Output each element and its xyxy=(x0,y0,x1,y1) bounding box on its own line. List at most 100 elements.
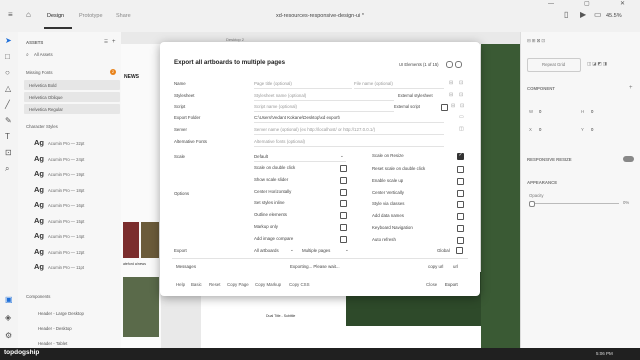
external-script-checkbox[interactable] xyxy=(441,104,448,111)
option-checkbox[interactable] xyxy=(340,224,347,231)
page-title-input[interactable]: Page title (optional) xyxy=(254,81,292,86)
url-link[interactable]: url xyxy=(453,264,458,269)
server-input[interactable]: Server name (optional) (ex http://localh… xyxy=(254,127,375,132)
boolean-ops-icons[interactable]: ◫ ◪ ◩ ◨ xyxy=(587,61,607,67)
rectangle-tool-icon[interactable]: □ xyxy=(5,53,10,61)
copy-markup-button[interactable]: Copy Markup xyxy=(255,282,281,287)
opacity-slider[interactable] xyxy=(531,203,619,204)
option-checkbox[interactable] xyxy=(340,165,347,172)
repeat-grid-button[interactable]: Repeat Grid xyxy=(527,58,581,72)
close-button[interactable]: Close xyxy=(426,282,437,287)
next-icon[interactable] xyxy=(455,61,462,68)
edit-icon[interactable]: ⊟ xyxy=(449,92,453,98)
missing-font-item[interactable]: Helvetica Bold xyxy=(24,80,120,90)
character-style-item[interactable]: Ag Acumin Pro — 11pt xyxy=(24,260,120,273)
chevron-down-icon[interactable]: ⌄ xyxy=(345,247,349,253)
missing-font-item[interactable]: Helvetica Oblique xyxy=(24,92,120,102)
copy-url-link[interactable]: copy url xyxy=(428,264,443,269)
add-component-icon[interactable]: + xyxy=(629,85,633,91)
character-style-item[interactable]: Ag Acumin Pro — 14pt xyxy=(24,229,120,242)
width-input[interactable]: 0 xyxy=(539,109,541,114)
copy-page-button[interactable]: Copy Page xyxy=(227,282,249,287)
select-tool-icon[interactable]: ➤ xyxy=(5,37,12,45)
component-item[interactable]: Header - Large Desktop xyxy=(38,311,84,316)
option-checkbox[interactable] xyxy=(457,190,464,197)
zoom-tool-icon[interactable]: ⌕ xyxy=(5,165,9,173)
pen-tool-icon[interactable]: ✎ xyxy=(5,117,12,125)
option-checkbox[interactable] xyxy=(457,166,464,173)
export-button[interactable]: Export xyxy=(445,282,458,287)
option-checkbox[interactable] xyxy=(457,213,464,220)
link-icon[interactable]: ◫ xyxy=(459,126,464,132)
missing-font-item[interactable]: Helvetica Regular xyxy=(24,104,120,114)
ellipse-tool-icon[interactable]: ○ xyxy=(5,69,10,77)
device-preview-icon[interactable]: ▭ xyxy=(594,11,602,19)
plugins-icon[interactable]: ⚙ xyxy=(5,332,12,340)
option-checkbox[interactable] xyxy=(340,177,347,184)
option-checkbox[interactable] xyxy=(340,200,347,207)
assets-search-input[interactable]: All Assets xyxy=(34,52,53,57)
menu-icon[interactable]: ≡ xyxy=(8,11,13,19)
character-style-item[interactable]: Ag Acumin Pro — 15pt xyxy=(24,214,120,227)
option-checkbox[interactable] xyxy=(457,201,464,208)
opacity-value[interactable]: 0% xyxy=(623,200,629,205)
responsive-resize-toggle[interactable] xyxy=(623,156,634,162)
option-checkbox[interactable] xyxy=(457,225,464,232)
copy-css-button[interactable]: Copy CSS xyxy=(289,282,310,287)
height-input[interactable]: 0 xyxy=(591,109,593,114)
chevron-down-icon[interactable]: ⌄ xyxy=(290,247,294,253)
stylesheet-input[interactable]: Stylesheet name (optional) xyxy=(254,93,306,98)
option-checkbox[interactable] xyxy=(340,189,347,196)
file-name-input[interactable]: File name (optional) xyxy=(354,81,393,86)
tab-prototype[interactable]: Prototype xyxy=(79,13,103,19)
home-icon[interactable]: ⌂ xyxy=(26,11,31,19)
character-style-item[interactable]: Ag Acumin Pro — 19pt xyxy=(24,167,120,180)
character-style-item[interactable]: Ag Acumin Pro — 18pt xyxy=(24,183,120,196)
zoom-level[interactable]: 45.5% xyxy=(606,13,622,19)
align-icons[interactable]: ⊟ ⊞ ⊠ ⊡ xyxy=(527,38,545,44)
edit-icon[interactable]: ⊟ xyxy=(451,103,455,109)
y-input[interactable]: 0 xyxy=(591,127,593,132)
option-checkbox[interactable] xyxy=(457,178,464,185)
chevron-down-icon[interactable]: ⌄ xyxy=(340,153,344,159)
option-checkbox[interactable] xyxy=(457,152,464,160)
character-style-item[interactable]: Ag Acumin Pro — 12pt xyxy=(24,245,120,258)
minimize-icon[interactable]: — xyxy=(548,0,554,8)
option-checkbox[interactable] xyxy=(457,237,464,244)
character-style-item[interactable]: Ag Acumin Pro — 16pt xyxy=(24,198,120,211)
alt-fonts-input[interactable]: Alternative fonts (optional) xyxy=(254,139,305,144)
character-style-item[interactable]: Ag Acumin Pro — 24pt xyxy=(24,152,120,165)
artboards-select[interactable]: All artboards xyxy=(254,248,279,253)
text-tool-icon[interactable]: T xyxy=(5,133,10,141)
line-tool-icon[interactable]: ╱ xyxy=(5,101,10,109)
x-input[interactable]: 0 xyxy=(539,127,541,132)
component-item[interactable]: Header - Tablet xyxy=(38,341,67,346)
basic-button[interactable]: Basic xyxy=(191,282,202,287)
layers-icon[interactable]: ◈ xyxy=(5,314,11,322)
character-style-item[interactable]: Ag Acumin Pro — 32pt xyxy=(24,136,120,149)
polygon-tool-icon[interactable]: △ xyxy=(5,85,11,93)
maximize-icon[interactable]: ▢ xyxy=(584,0,590,8)
assets-icon[interactable]: ▣ xyxy=(5,296,13,304)
reset-button[interactable]: Reset xyxy=(209,282,220,287)
scale-select[interactable]: Default xyxy=(254,154,268,159)
close-window-icon[interactable]: ✕ xyxy=(620,0,625,8)
checkbox-icon[interactable]: ⊡ xyxy=(460,103,464,109)
lock-icon[interactable]: ⊡ xyxy=(459,80,463,86)
view-toggle-icon[interactable]: ☰ xyxy=(104,39,108,45)
global-checkbox[interactable] xyxy=(456,247,463,254)
option-checkbox[interactable] xyxy=(340,212,347,219)
option-checkbox[interactable] xyxy=(340,236,347,243)
export-folder-input[interactable]: C:\Users\Vedant Kokane\Desktop\xd export… xyxy=(254,115,340,120)
checkbox-icon[interactable]: ⊡ xyxy=(459,92,463,98)
script-input[interactable]: Script name (optional) xyxy=(254,104,297,109)
opacity-slider-handle[interactable] xyxy=(529,201,535,207)
edit-icon[interactable]: ⊟ xyxy=(449,80,453,86)
artboard-tool-icon[interactable]: ⊡ xyxy=(5,149,12,157)
tab-share[interactable]: Share xyxy=(116,13,131,19)
folder-icon[interactable]: ▭ xyxy=(459,114,464,120)
pages-select[interactable]: Multiple pages xyxy=(302,248,330,253)
play-icon[interactable]: ▶ xyxy=(580,11,586,19)
previous-icon[interactable] xyxy=(446,61,453,68)
tab-design[interactable]: Design xyxy=(47,13,64,19)
